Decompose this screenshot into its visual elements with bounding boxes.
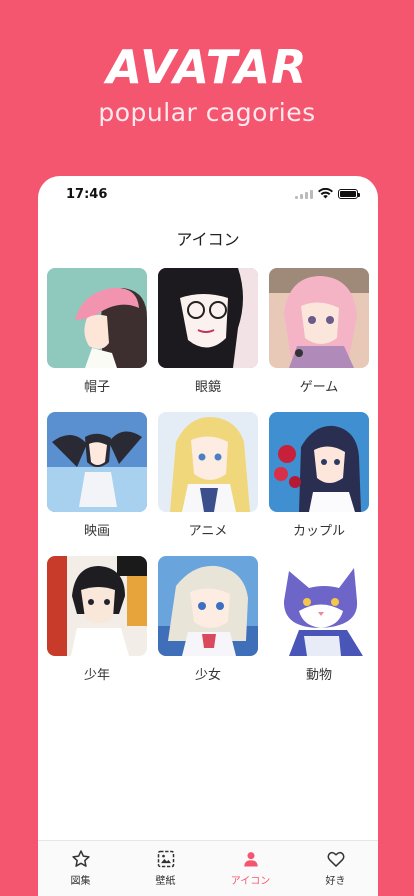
category-label: 眼鏡 bbox=[194, 380, 221, 395]
tab-collection[interactable]: 図集 bbox=[38, 841, 123, 896]
wallpaper-icon bbox=[157, 850, 174, 868]
black-hair-boy-image bbox=[47, 556, 147, 656]
girl-glasses-image bbox=[158, 268, 258, 368]
category-label: 少年 bbox=[83, 668, 110, 683]
battery-icon bbox=[338, 188, 360, 199]
category-label: カップル bbox=[292, 524, 345, 539]
tab-label: 図集 bbox=[70, 876, 91, 887]
status-time: 17:46 bbox=[66, 187, 108, 202]
category-item-couple[interactable]: カップル bbox=[269, 412, 369, 556]
tab-label: 壁紙 bbox=[155, 876, 176, 887]
promo-title: AVATAR bbox=[106, 40, 308, 94]
phone-screen: 17:46 アイコン 帽子 眼鏡 ゲーム 映画 アニメ カップル 少年 少女 動… bbox=[38, 176, 378, 896]
category-item-game[interactable]: ゲーム bbox=[269, 268, 369, 412]
category-label: 映画 bbox=[83, 524, 110, 539]
category-label: ゲーム bbox=[299, 380, 339, 395]
status-icons bbox=[295, 188, 360, 199]
category-label: 少女 bbox=[194, 668, 221, 683]
tab-label: アイコン bbox=[230, 876, 271, 887]
category-item-anime[interactable]: アニメ bbox=[158, 412, 258, 556]
page-title: アイコン bbox=[176, 230, 240, 249]
signal-icon bbox=[295, 189, 313, 199]
tab-favorites[interactable]: 好き bbox=[293, 841, 378, 896]
tab-bar: 図集 壁紙 アイコン 好き bbox=[38, 840, 378, 896]
category-grid: 帽子 眼鏡 ゲーム 映画 アニメ カップル 少年 少女 動物 bbox=[47, 268, 369, 700]
silver-hair-girl-image bbox=[158, 556, 258, 656]
category-item-glasses[interactable]: 眼鏡 bbox=[158, 268, 258, 412]
category-label: アニメ bbox=[188, 524, 228, 539]
twin-tail-girl-image bbox=[47, 412, 147, 512]
category-label: 動物 bbox=[305, 668, 332, 683]
promo-subtitle: popular cagories bbox=[98, 98, 316, 127]
tab-wallpaper[interactable]: 壁紙 bbox=[123, 841, 208, 896]
heart-icon bbox=[327, 851, 344, 867]
category-item-boy[interactable]: 少年 bbox=[47, 556, 147, 700]
star-icon bbox=[71, 850, 90, 867]
pink-hair-girl-image bbox=[269, 268, 369, 368]
tab-label: 好き bbox=[325, 876, 346, 887]
tab-icons[interactable]: アイコン bbox=[208, 841, 293, 896]
girl-with-roses-image bbox=[269, 412, 369, 512]
category-item-animal[interactable]: 動物 bbox=[269, 556, 369, 700]
wifi-icon bbox=[318, 188, 333, 199]
blonde-girl-image bbox=[158, 412, 258, 512]
category-item-movie[interactable]: 映画 bbox=[47, 412, 147, 556]
girl-pink-beanie-image bbox=[47, 268, 147, 368]
category-label: 帽子 bbox=[83, 380, 110, 395]
person-icon bbox=[243, 852, 258, 867]
status-bar: 17:46 bbox=[38, 176, 378, 214]
category-item-girl[interactable]: 少女 bbox=[158, 556, 258, 700]
cat-image bbox=[269, 556, 369, 656]
category-item-hat[interactable]: 帽子 bbox=[47, 268, 147, 412]
